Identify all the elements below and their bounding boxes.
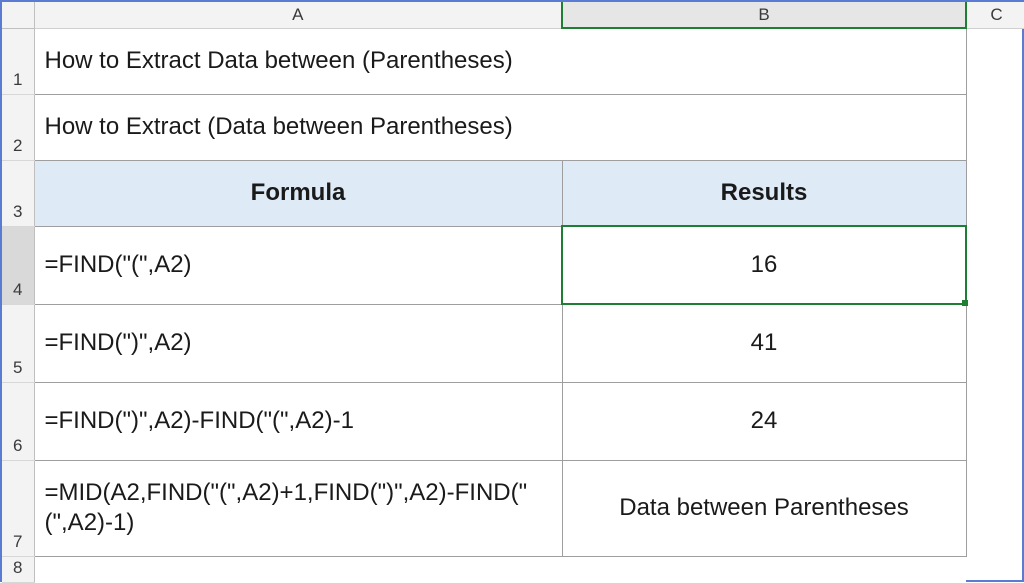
cell-C8[interactable]	[966, 556, 1024, 582]
row-header-3[interactable]: 3	[2, 160, 34, 226]
row-header-1[interactable]: 1	[2, 28, 34, 94]
row-header-2[interactable]: 2	[2, 94, 34, 160]
select-all-corner[interactable]	[2, 2, 34, 28]
row-4: 4 =FIND("(",A2) 16	[2, 226, 1024, 304]
row-1: 1 How to Extract Data between (Parenthes…	[2, 28, 1024, 94]
spreadsheet-grid[interactable]: A B C 1 How to Extract Data between (Par…	[2, 2, 1024, 583]
cell-C5[interactable]	[966, 304, 1024, 382]
cell-A3[interactable]: Formula	[34, 160, 562, 226]
cell-C4[interactable]	[966, 226, 1024, 304]
column-header-A[interactable]: A	[34, 2, 562, 28]
cell-B8[interactable]	[562, 556, 966, 582]
cell-C1[interactable]	[966, 28, 1024, 94]
cell-A2[interactable]: How to Extract (Data between Parentheses…	[34, 94, 966, 160]
row-header-7[interactable]: 7	[2, 460, 34, 556]
row-header-5[interactable]: 5	[2, 304, 34, 382]
column-header-B[interactable]: B	[562, 2, 966, 28]
cell-B5[interactable]: 41	[562, 304, 966, 382]
row-5: 5 =FIND(")",A2) 41	[2, 304, 1024, 382]
row-3: 3 Formula Results	[2, 160, 1024, 226]
cell-C2[interactable]	[966, 94, 1024, 160]
cell-C6[interactable]	[966, 382, 1024, 460]
row-header-8[interactable]: 8	[2, 556, 34, 582]
cell-B4-active[interactable]: 16	[562, 226, 966, 304]
row-header-6[interactable]: 6	[2, 382, 34, 460]
row-6: 6 =FIND(")",A2)-FIND("(",A2)-1 24	[2, 382, 1024, 460]
cell-B7[interactable]: Data between Parentheses	[562, 460, 966, 556]
column-header-row: A B C	[2, 2, 1024, 28]
column-header-C[interactable]: C	[966, 2, 1024, 28]
row-2: 2 How to Extract (Data between Parenthes…	[2, 94, 1024, 160]
cell-A7[interactable]: =MID(A2,FIND("(",A2)+1,FIND(")",A2)-FIND…	[34, 460, 562, 556]
cell-C3[interactable]	[966, 160, 1024, 226]
cell-A1[interactable]: How to Extract Data between (Parentheses…	[34, 28, 966, 94]
cell-A5[interactable]: =FIND(")",A2)	[34, 304, 562, 382]
spreadsheet-frame: { "columns": { "A": "A", "B": "B", "C": …	[0, 0, 1024, 582]
cell-B6[interactable]: 24	[562, 382, 966, 460]
cell-A6[interactable]: =FIND(")",A2)-FIND("(",A2)-1	[34, 382, 562, 460]
row-header-4[interactable]: 4	[2, 226, 34, 304]
cell-B3[interactable]: Results	[562, 160, 966, 226]
row-8: 8	[2, 556, 1024, 582]
cell-C7[interactable]	[966, 460, 1024, 556]
cell-A8[interactable]	[34, 556, 562, 582]
row-7: 7 =MID(A2,FIND("(",A2)+1,FIND(")",A2)-FI…	[2, 460, 1024, 556]
cell-A4[interactable]: =FIND("(",A2)	[34, 226, 562, 304]
